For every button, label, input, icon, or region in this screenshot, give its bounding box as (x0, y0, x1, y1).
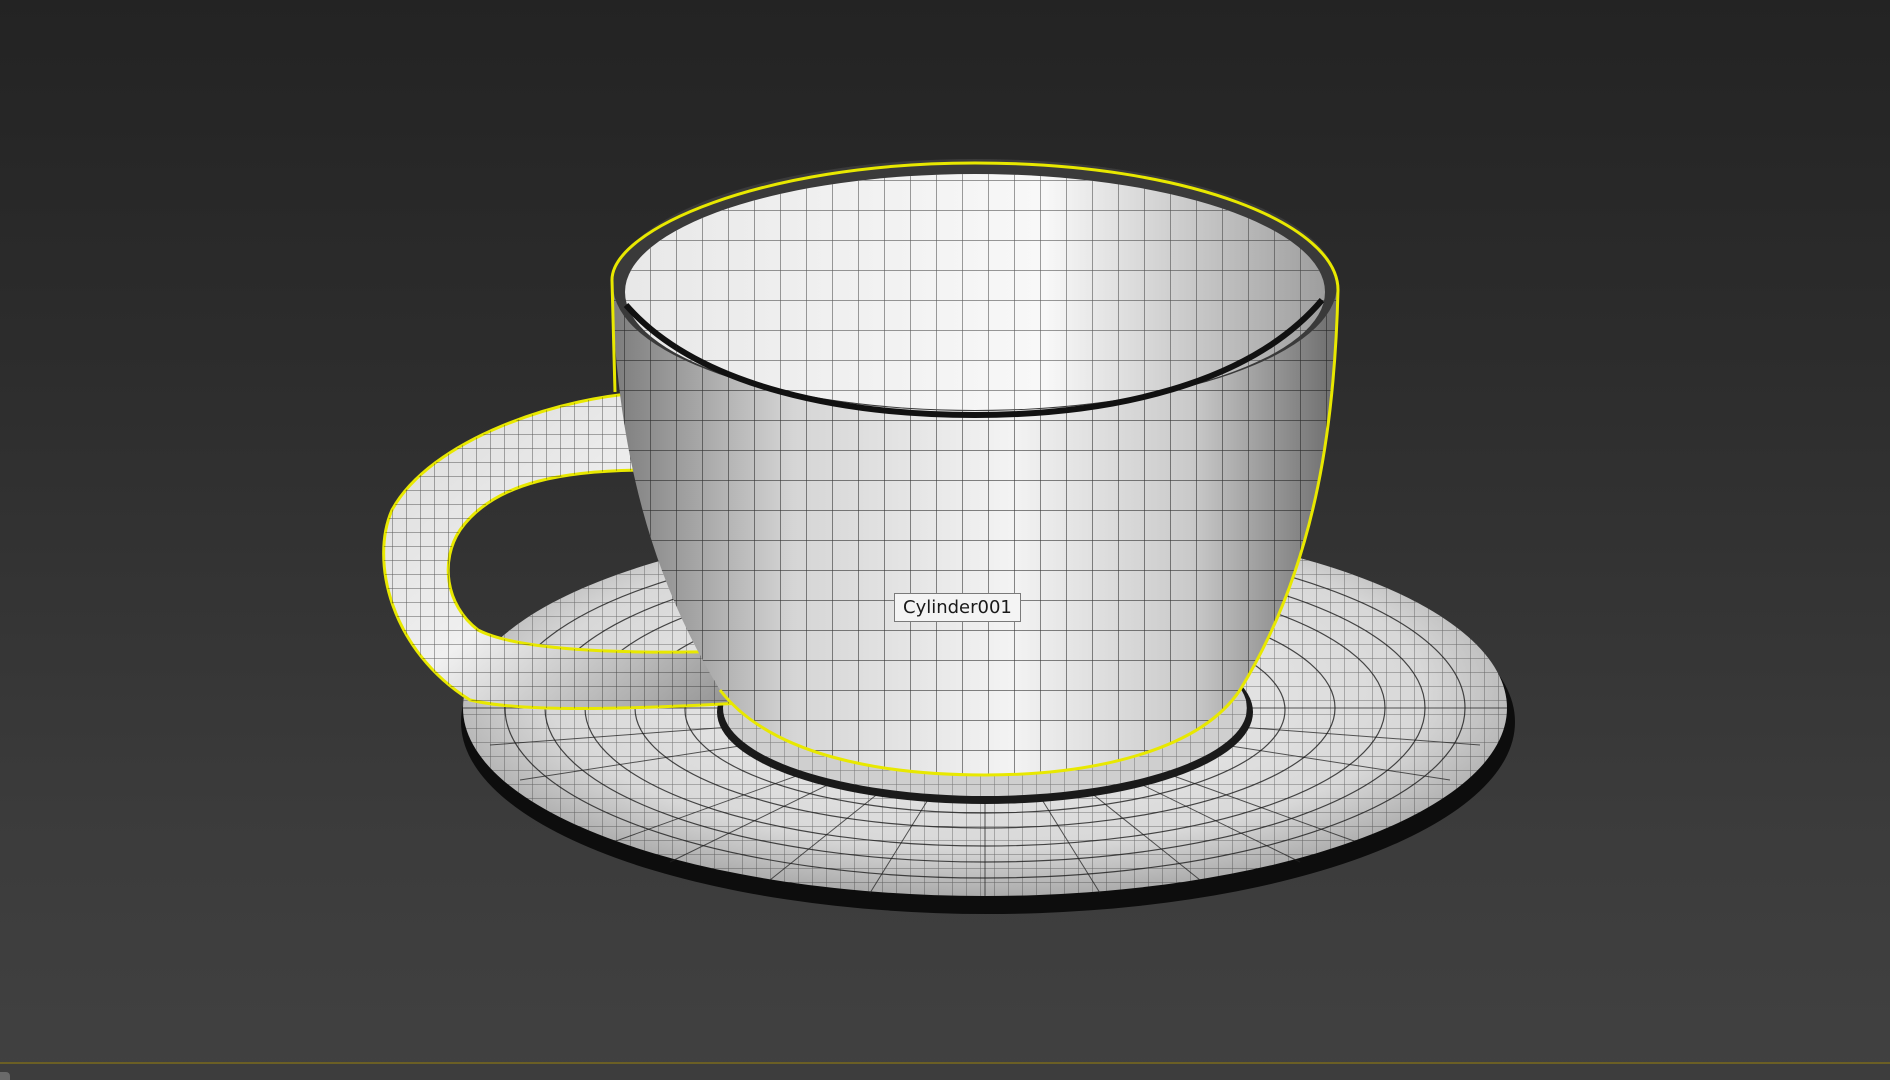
object-name-tooltip: Cylinder001 (894, 593, 1021, 622)
teacup-mesh[interactable] (610, 159, 1340, 777)
viewport-bottom-edge (0, 1062, 1890, 1080)
3d-viewport[interactable]: Cylinder001 (0, 0, 1890, 1080)
corner-tab-icon[interactable] (0, 1072, 10, 1080)
viewport-scene[interactable] (0, 0, 1890, 1080)
